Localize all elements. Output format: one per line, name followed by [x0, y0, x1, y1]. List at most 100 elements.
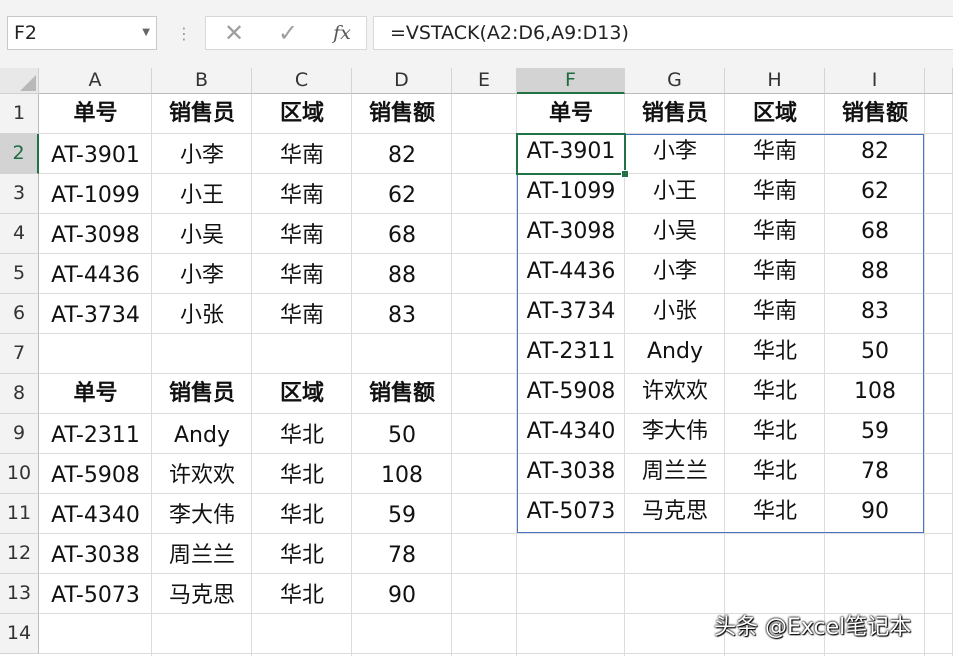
table-cell[interactable]: 华北 — [252, 536, 352, 576]
table-cell[interactable]: 59 — [352, 496, 452, 536]
table-cell[interactable]: 62 — [825, 172, 925, 212]
table-cell[interactable]: AT-3098 — [517, 212, 625, 252]
table-cell[interactable]: 华北 — [725, 332, 825, 372]
table-cell[interactable]: AT-2311 — [39, 416, 152, 456]
row-header-3[interactable]: 3 — [0, 174, 39, 214]
table-cell[interactable]: AT-2311 — [517, 332, 625, 372]
table-cell[interactable]: AT-1099 — [39, 176, 152, 216]
name-box[interactable]: F2 ▼ — [7, 16, 157, 50]
table-cell[interactable]: AT-5908 — [517, 372, 625, 412]
fill-handle[interactable] — [621, 170, 629, 178]
row-header-7[interactable]: 7 — [0, 334, 39, 374]
table-cell[interactable]: 华北 — [252, 456, 352, 496]
column-header-b[interactable]: B — [152, 68, 252, 94]
table-cell[interactable]: 108 — [825, 372, 925, 412]
table-cell[interactable]: 小张 — [152, 296, 252, 336]
table-cell[interactable]: 78 — [825, 452, 925, 492]
table-cell[interactable]: AT-5073 — [517, 492, 625, 532]
table-cell[interactable]: 68 — [825, 212, 925, 252]
header-cell[interactable]: 销售员 — [152, 94, 252, 134]
column-header-a[interactable]: A — [39, 68, 152, 94]
table-cell[interactable]: 小李 — [625, 252, 725, 292]
table-cell[interactable]: 华南 — [725, 252, 825, 292]
table-cell[interactable]: 小王 — [625, 172, 725, 212]
table-cell[interactable]: 华北 — [725, 452, 825, 492]
table-cell[interactable]: AT-3901 — [39, 136, 152, 176]
active-cell-border[interactable] — [516, 133, 626, 175]
row-header-11[interactable]: 11 — [0, 494, 39, 534]
insert-function-icon[interactable]: fx — [324, 17, 360, 49]
table-cell[interactable]: 小李 — [625, 132, 725, 172]
table-cell[interactable]: 李大伟 — [152, 496, 252, 536]
row-header-1[interactable]: 1 — [0, 94, 39, 134]
cancel-icon[interactable]: ✕ — [216, 17, 252, 49]
table-cell[interactable]: 华北 — [252, 416, 352, 456]
table-cell[interactable]: 华北 — [252, 576, 352, 616]
header-cell[interactable]: 销售员 — [152, 374, 252, 414]
header-cell[interactable]: 销售员 — [625, 94, 725, 134]
table-cell[interactable]: 小吴 — [625, 212, 725, 252]
table-cell[interactable]: AT-4340 — [39, 496, 152, 536]
table-cell[interactable]: 华南 — [725, 212, 825, 252]
column-header-g[interactable]: G — [625, 68, 725, 94]
table-cell[interactable]: 小李 — [152, 256, 252, 296]
table-cell[interactable]: 华南 — [725, 172, 825, 212]
select-all-button[interactable] — [0, 68, 39, 94]
row-header-9[interactable]: 9 — [0, 414, 39, 454]
table-cell[interactable]: AT-1099 — [517, 172, 625, 212]
table-cell[interactable]: AT-4436 — [517, 252, 625, 292]
header-cell[interactable]: 区域 — [252, 374, 352, 414]
header-cell[interactable]: 销售额 — [825, 94, 925, 134]
table-cell[interactable]: 小李 — [152, 136, 252, 176]
table-cell[interactable]: AT-3098 — [39, 216, 152, 256]
table-cell[interactable]: 88 — [825, 252, 925, 292]
table-cell[interactable]: 78 — [352, 536, 452, 576]
drag-handle-icon[interactable]: ⋮ — [176, 24, 193, 43]
table-cell[interactable]: 90 — [825, 492, 925, 532]
enter-icon[interactable]: ✓ — [270, 17, 306, 49]
table-cell[interactable]: 62 — [352, 176, 452, 216]
column-header-e[interactable]: E — [452, 68, 517, 94]
table-cell[interactable]: 华北 — [252, 496, 352, 536]
row-header-8[interactable]: 8 — [0, 374, 39, 414]
table-cell[interactable]: AT-3038 — [517, 452, 625, 492]
table-cell[interactable]: AT-4436 — [39, 256, 152, 296]
table-cell[interactable]: 华南 — [252, 256, 352, 296]
header-cell[interactable]: 单号 — [517, 94, 625, 134]
table-cell[interactable]: 李大伟 — [625, 412, 725, 452]
column-header-h[interactable]: H — [725, 68, 825, 94]
table-cell[interactable]: 小张 — [625, 292, 725, 332]
column-header-j[interactable] — [925, 68, 953, 94]
table-cell[interactable]: 周兰兰 — [152, 536, 252, 576]
table-cell[interactable]: 华南 — [725, 292, 825, 332]
table-cell[interactable]: 华南 — [725, 132, 825, 172]
header-cell[interactable]: 销售额 — [352, 374, 452, 414]
column-header-c[interactable]: C — [252, 68, 352, 94]
table-cell[interactable]: 68 — [352, 216, 452, 256]
table-cell[interactable]: AT-3734 — [517, 292, 625, 332]
table-cell[interactable]: Andy — [152, 416, 252, 456]
row-header-5[interactable]: 5 — [0, 254, 39, 294]
header-cell[interactable]: 单号 — [39, 94, 152, 134]
chevron-down-icon[interactable]: ▼ — [142, 17, 150, 49]
row-header-4[interactable]: 4 — [0, 214, 39, 254]
table-cell[interactable]: 59 — [825, 412, 925, 452]
table-cell[interactable]: 华南 — [252, 216, 352, 256]
table-cell[interactable]: Andy — [625, 332, 725, 372]
table-cell[interactable]: AT-4340 — [517, 412, 625, 452]
table-cell[interactable]: AT-5073 — [39, 576, 152, 616]
table-cell[interactable]: AT-3038 — [39, 536, 152, 576]
table-cell[interactable]: 华北 — [725, 372, 825, 412]
header-cell[interactable]: 单号 — [39, 374, 152, 414]
table-cell[interactable]: 83 — [825, 292, 925, 332]
table-cell[interactable]: 小吴 — [152, 216, 252, 256]
table-cell[interactable]: 周兰兰 — [625, 452, 725, 492]
table-cell[interactable]: 90 — [352, 576, 452, 616]
row-header-12[interactable]: 12 — [0, 534, 39, 574]
row-header-14[interactable]: 14 — [0, 614, 39, 654]
row-header-13[interactable]: 13 — [0, 574, 39, 614]
column-header-d[interactable]: D — [352, 68, 452, 94]
table-cell[interactable]: 小王 — [152, 176, 252, 216]
table-cell[interactable]: 许欢欢 — [625, 372, 725, 412]
table-cell[interactable]: 华南 — [252, 136, 352, 176]
